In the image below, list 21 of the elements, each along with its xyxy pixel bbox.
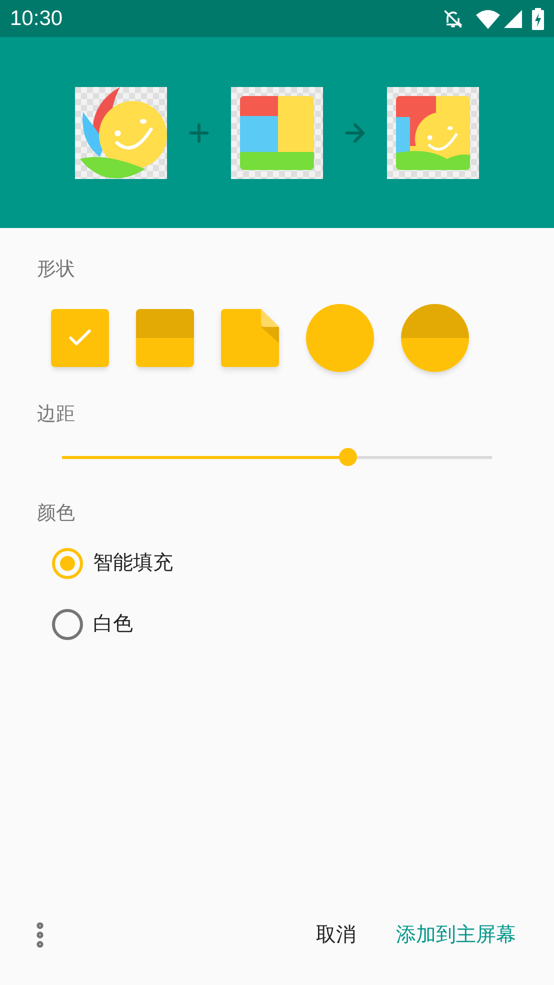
- color-radio-option[interactable]: 智能填充: [52, 544, 554, 582]
- smiley-app-icon: [75, 86, 167, 178]
- battery-icon: [532, 8, 544, 30]
- split-square-shape-option[interactable]: [136, 308, 194, 366]
- square-shape-option[interactable]: [51, 308, 109, 366]
- status-time: 10:30: [10, 6, 63, 32]
- shape-label: 形状: [37, 258, 76, 282]
- margin-label: 边距: [37, 402, 76, 426]
- color-radio-option[interactable]: 白色: [52, 606, 554, 642]
- result-app-icon: [387, 86, 479, 178]
- cancel-button[interactable]: 取消: [302, 910, 370, 960]
- circle-shape-option[interactable]: [306, 304, 374, 372]
- color-label: 颜色: [37, 502, 76, 526]
- shape-template-icon: [231, 86, 323, 178]
- margin-slider[interactable]: [62, 447, 492, 467]
- signal-icon: [504, 10, 522, 28]
- muted-bell-icon: [442, 8, 464, 30]
- add-to-home-button[interactable]: 添加到主屏幕: [382, 910, 530, 960]
- wifi-icon: [476, 8, 500, 28]
- folded-square-shape-option[interactable]: [221, 308, 279, 366]
- split-circle-shape-option[interactable]: [401, 304, 469, 372]
